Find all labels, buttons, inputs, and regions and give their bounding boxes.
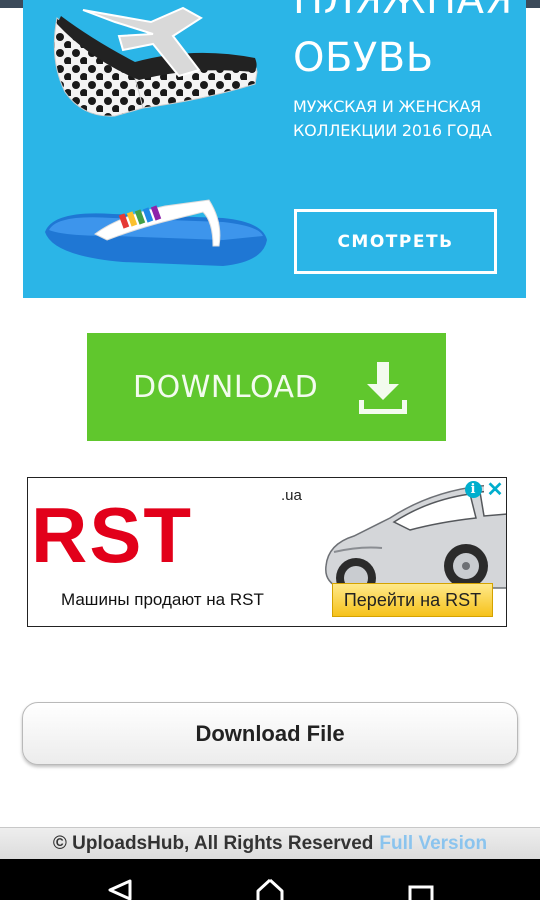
ad-choices: i ✕ <box>462 478 506 501</box>
download-file-button[interactable]: Download File <box>22 702 518 765</box>
full-version-link[interactable]: Full Version <box>379 833 487 855</box>
footer: © UploadsHub, All Rights Reserved Full V… <box>0 827 540 859</box>
ad-info-icon[interactable]: i <box>462 478 484 500</box>
rst-go-button[interactable]: Перейти на RST <box>332 583 493 617</box>
sandals-ad-banner[interactable]: ПЛЯЖНАЯ ОБУВЬ МУЖСКАЯ И ЖЕНСКАЯ КОЛЛЕКЦИ… <box>23 0 526 298</box>
rst-logo: RST <box>31 491 193 579</box>
ad-info-glyph: i <box>464 480 482 498</box>
sandals-image <box>45 6 267 266</box>
ad-headline-line-2: ОБУВЬ <box>293 35 434 81</box>
ad-view-button[interactable]: СМОТРЕТЬ <box>294 209 497 274</box>
recents-icon[interactable] <box>408 885 434 900</box>
download-banner-label: DOWNLOAD <box>133 370 319 405</box>
ad-subtitle-line-2: КОЛЛЕКЦИИ 2016 ГОДА <box>293 121 492 140</box>
back-icon[interactable] <box>106 879 134 900</box>
download-arrow-icon <box>359 362 407 414</box>
ad-headline-line-1: ПЛЯЖНАЯ <box>293 0 513 23</box>
rst-domain-suffix: .ua <box>281 487 302 504</box>
ad-subtitle-line-1: МУЖСКАЯ И ЖЕНСКАЯ <box>293 97 482 116</box>
navigation-bar <box>0 859 540 900</box>
page: ПЛЯЖНАЯ ОБУВЬ МУЖСКАЯ И ЖЕНСКАЯ КОЛЛЕКЦИ… <box>0 0 540 900</box>
rst-ad-banner[interactable]: RST .ua Машины продают на RST Перейти на… <box>27 477 507 627</box>
ad-close-icon[interactable]: ✕ <box>484 478 506 501</box>
download-banner-button[interactable]: DOWNLOAD <box>87 333 446 441</box>
home-icon[interactable] <box>255 877 285 900</box>
footer-copyright: © UploadsHub, All Rights Reserved <box>52 832 374 854</box>
rst-tagline: Машины продают на RST <box>61 590 264 609</box>
